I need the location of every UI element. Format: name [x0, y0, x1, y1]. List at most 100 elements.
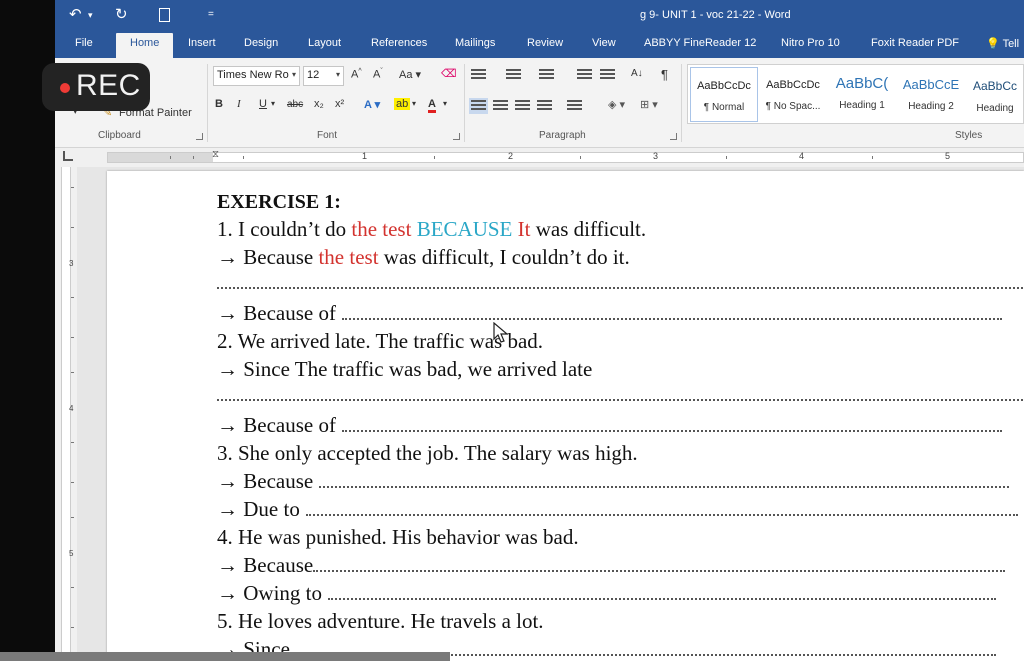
tab-abbyy[interactable]: ABBYY FineReader 12 [644, 37, 756, 49]
chevron-down-icon: ▾ [291, 70, 296, 79]
italic-button[interactable]: I [237, 98, 241, 110]
indent-marker-icon[interactable]: ⧖ [212, 149, 219, 160]
tab-tell-me[interactable]: 💡 Tell [986, 37, 1019, 50]
clear-formatting-icon[interactable]: ⌫ [441, 67, 457, 80]
customize-quick-access-icon[interactable]: = [208, 9, 214, 20]
style-normal[interactable]: AaBbCcDc ¶ Normal [690, 67, 758, 122]
undo-dropdown-icon[interactable]: ▾ [88, 10, 93, 21]
paragraph-launcher-icon[interactable] [670, 133, 677, 140]
tab-review[interactable]: Review [527, 37, 563, 49]
font-name-value: Times New Ro [217, 69, 289, 81]
tab-home[interactable]: Home [116, 33, 174, 58]
font-size-combo[interactable]: 12 ▾ [303, 66, 344, 86]
align-left-icon[interactable] [469, 98, 488, 114]
tab-foxit[interactable]: Foxit Reader PDF [871, 37, 959, 49]
ruler-tick [71, 482, 74, 483]
style-name: ¶ No Spac... [765, 101, 821, 112]
tab-layout[interactable]: Layout [308, 37, 341, 49]
style-heading-3[interactable]: AaBbCc Heading [966, 67, 1024, 122]
line-spacing-icon[interactable] [567, 100, 582, 112]
change-case-icon: Aa [399, 69, 413, 81]
sort-button[interactable]: A↓ [631, 68, 643, 79]
tab-mailings[interactable]: Mailings [455, 37, 495, 49]
ruler-tick [243, 156, 244, 159]
ruler-tick [71, 372, 74, 373]
ribbon-tabs: File Home Insert Design Layout Reference… [55, 30, 1024, 58]
highlight-button[interactable]: ab [394, 98, 411, 110]
undo-icon[interactable]: ↶ [69, 5, 82, 23]
tab-references[interactable]: References [371, 37, 427, 49]
style-heading-1[interactable]: AaBbC(Heading 1 [828, 67, 896, 122]
tell-me-label: Tell [1002, 38, 1020, 50]
style-sample: AaBbCcDc [766, 79, 820, 91]
style-no-spacing[interactable]: AaBbCcDc ¶ No Spac... [759, 67, 827, 122]
ruler-tick [872, 156, 873, 159]
vertical-ruler-strip: 3 4 5 [61, 167, 74, 661]
word-window: ↶ ▾ ↻ = g 9- UNIT 1 - voc 21-22 - Word F… [55, 0, 1024, 661]
font-color-button[interactable]: A [428, 98, 436, 113]
document-area: EXERCISE 1: 1. I couldn’t do the test BE… [77, 167, 1024, 661]
dotted-blank[interactable] [328, 598, 996, 600]
underline-dropdown-icon[interactable]: ▾ [271, 99, 275, 108]
styles-gallery: AaBbCcDc ¶ Normal AaBbCcDc ¶ No Spac... Aa… [687, 64, 1024, 124]
bold-button[interactable]: B [215, 98, 223, 110]
answer-3b: → Due to [217, 497, 1018, 522]
tab-insert[interactable]: Insert [188, 37, 216, 49]
ruler-tick [71, 187, 74, 188]
increase-indent-icon[interactable] [600, 69, 615, 81]
tab-selector-icon[interactable] [63, 151, 73, 161]
tab-design[interactable]: Design [244, 37, 278, 49]
highlight-dropdown-icon[interactable]: ▾ [412, 99, 416, 108]
rec-label: REC [76, 69, 141, 102]
bullets-icon[interactable] [471, 69, 486, 81]
paragraph-group-label: Paragraph [539, 130, 586, 141]
underline-button[interactable]: U [259, 98, 267, 110]
text-run: → Because of [217, 301, 336, 325]
dotted-answer-line[interactable] [217, 397, 1024, 401]
chevron-down-icon: ▾ [335, 70, 340, 79]
align-right-icon[interactable] [515, 100, 530, 112]
dotted-blank[interactable] [341, 430, 1002, 432]
tab-view[interactable]: View [592, 37, 616, 49]
align-center-icon[interactable] [493, 100, 508, 112]
show-marks-button[interactable]: ¶ [661, 67, 668, 82]
rec-badge: REC [42, 63, 150, 111]
subscript-button[interactable]: x₂ [314, 98, 324, 110]
document-page[interactable]: EXERCISE 1: 1. I couldn’t do the test BE… [107, 171, 1024, 661]
red-text-run: the test [318, 245, 379, 269]
superscript-button[interactable]: x² [335, 98, 344, 110]
decrease-indent-icon[interactable] [577, 69, 592, 81]
text-effects-button[interactable]: A ▾ [364, 98, 380, 111]
dotted-blank[interactable] [305, 514, 1018, 516]
strikethrough-button[interactable]: abc [287, 99, 303, 110]
tab-nitro[interactable]: Nitro Pro 10 [781, 37, 840, 49]
text-run: → Due to [217, 497, 300, 521]
dotted-blank[interactable] [319, 486, 1010, 488]
sentence-4: 4. He was punished. His behavior was bad… [217, 525, 579, 549]
change-case-button[interactable]: Aa ▾ [399, 68, 421, 81]
new-document-icon[interactable] [159, 8, 170, 22]
shrink-font-button[interactable]: Aˇ [373, 68, 383, 81]
shading-icon[interactable]: ◈ ▾ [608, 98, 625, 111]
group-divider [681, 64, 682, 142]
ruler-strip[interactable]: 1 2 3 4 5 [107, 151, 1024, 163]
font-color-dropdown-icon[interactable]: ▾ [443, 99, 447, 108]
style-heading-2[interactable]: AaBbCcE Heading 2 [897, 67, 965, 122]
font-launcher-icon[interactable] [453, 133, 460, 140]
multilevel-list-icon[interactable] [539, 69, 554, 81]
dotted-blank[interactable] [341, 318, 1002, 320]
style-sample: AaBbCcDc [697, 80, 751, 92]
answer-1b: → Because of [217, 301, 1002, 326]
font-group-label: Font [317, 130, 338, 141]
red-text-run: It [517, 217, 531, 241]
dotted-blank[interactable] [313, 570, 1006, 572]
font-name-combo[interactable]: Times New Ro ▾ [213, 66, 300, 86]
dotted-answer-line[interactable] [217, 285, 1024, 289]
redo-icon[interactable]: ↻ [115, 5, 128, 23]
justify-icon[interactable] [537, 100, 552, 112]
borders-icon[interactable]: ⊞ ▾ [640, 98, 658, 111]
tab-file[interactable]: File [75, 37, 93, 49]
clipboard-launcher-icon[interactable] [196, 133, 203, 140]
grow-font-button[interactable]: A^ [351, 68, 362, 81]
numbering-icon[interactable] [506, 69, 521, 81]
